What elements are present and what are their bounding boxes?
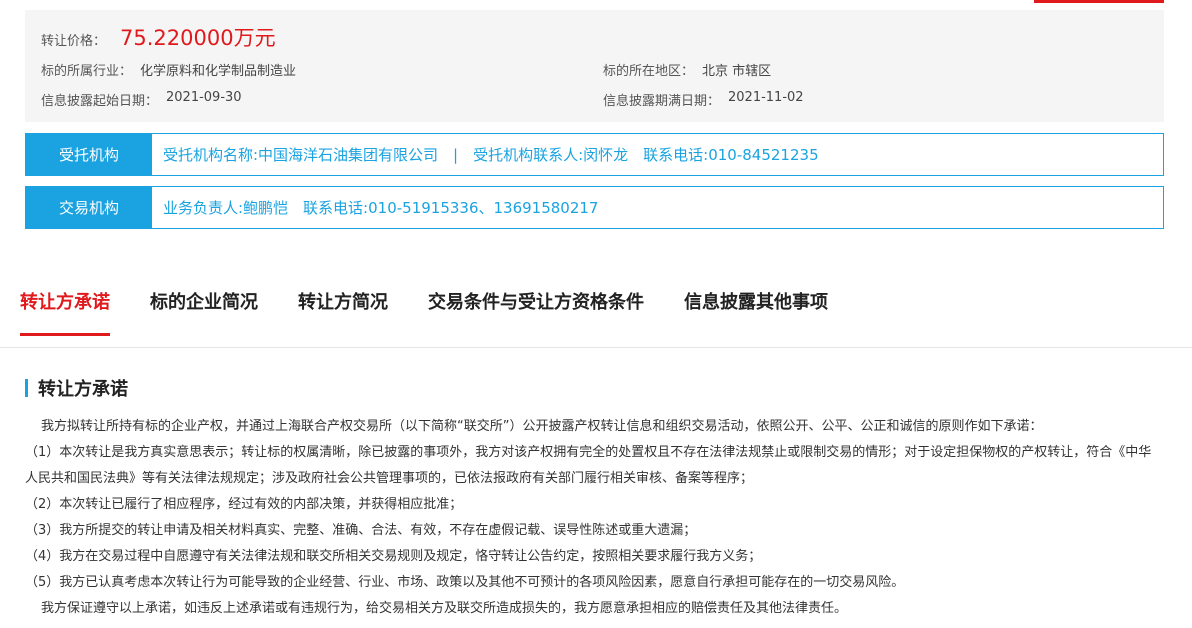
price-row: 转让价格： 75.220000万元: [41, 22, 276, 52]
section-heading: 转让方承诺: [25, 375, 128, 401]
region-row: 标的所在地区： 北京 市辖区: [603, 60, 771, 79]
price-label: 转让价格：: [41, 34, 107, 49]
tab-other-disclosures[interactable]: 信息披露其他事项: [684, 288, 828, 322]
disclosure-start-label: 信息披露起始日期：: [41, 94, 159, 109]
exchange-org-label: 交易机构: [26, 187, 152, 228]
tab-trade-conditions[interactable]: 交易条件与受让方资格条件: [428, 288, 644, 322]
commitment-closing: 我方保证遵守以上承诺，如违反上述承诺或有违规行为，给交易相关方及联交所造成损失的…: [41, 601, 848, 616]
price-value: 75.220000万元: [120, 26, 276, 50]
section-heading-bar: [25, 379, 28, 397]
commitment-intro: 我方拟转让所持有标的企业产权，并通过上海联合产权交易所（以下简称“联交所”）公开…: [41, 419, 1043, 434]
trustee-org-box: 受托机构 受托机构名称:中国海洋石油集团有限公司 | 受托机构联系人:闵怀龙 联…: [25, 133, 1164, 176]
section-title: 转让方承诺: [38, 379, 128, 400]
industry-row: 标的所属行业： 化学原料和化学制品制造业: [41, 60, 296, 79]
commitment-item-3: （3）我方所提交的转让申请及相关材料真实、完整、准确、合法、有效，不存在虚假记载…: [25, 523, 697, 538]
commitment-item-1: （1）本次转让是我方真实意思表示；转让标的权属清晰，除已披露的事项外，我方对该产…: [25, 445, 1152, 486]
disclosure-start-value: 2021-09-30: [166, 90, 242, 105]
exchange-org-text: 业务负责人:鲍鹏恺 联系电话:010-51915336、13691580217: [163, 199, 599, 217]
tab-transferor-commitment[interactable]: 转让方承诺: [20, 288, 110, 336]
exchange-org-box: 交易机构 业务负责人:鲍鹏恺 联系电话:010-51915336、1369158…: [25, 186, 1164, 229]
tab-target-company-overview[interactable]: 标的企业简况: [150, 288, 258, 322]
region-label: 标的所在地区：: [603, 64, 695, 79]
commitment-content: 我方拟转让所持有标的企业产权，并通过上海联合产权交易所（以下简称“联交所”）公开…: [25, 414, 1155, 622]
industry-label: 标的所属行业：: [41, 64, 133, 79]
disclosure-end-row: 信息披露期满日期： 2021-11-02: [603, 90, 804, 109]
disclosure-start-row: 信息披露起始日期： 2021-09-30: [41, 90, 242, 109]
commitment-item-4: （4）我方在交易过程中自愿遵守有关法律法规和联交所相关交易规则及规定，恪守转让公…: [25, 549, 762, 564]
disclosure-end-value: 2021-11-02: [728, 90, 804, 105]
detail-tabs: 转让方承诺 标的企业简况 转让方简况 交易条件与受让方资格条件 信息披露其他事项: [20, 288, 868, 336]
disclosure-end-label: 信息披露期满日期：: [603, 94, 721, 109]
trustee-org-text: 受托机构名称:中国海洋石油集团有限公司 | 受托机构联系人:闵怀龙 联系电话:0…: [163, 146, 819, 164]
industry-value: 化学原料和化学制品制造业: [140, 64, 297, 79]
commitment-item-5: （5）我方已认真考虑本次转让行为可能导致的企业经营、行业、市场、政策以及其他不可…: [25, 575, 905, 590]
commitment-item-2: （2）本次转让已履行了相应程序，经过有效的内部决策，并获得相应批准；: [25, 497, 463, 512]
tab-transferor-overview[interactable]: 转让方简况: [298, 288, 388, 322]
trustee-org-label: 受托机构: [26, 134, 152, 175]
listing-info-panel: 转让价格： 75.220000万元 标的所属行业： 化学原料和化学制品制造业 标…: [25, 10, 1164, 122]
tab-divider: [0, 347, 1192, 348]
top-accent-bar: [1034, 0, 1164, 3]
region-value: 北京 市辖区: [702, 64, 772, 79]
